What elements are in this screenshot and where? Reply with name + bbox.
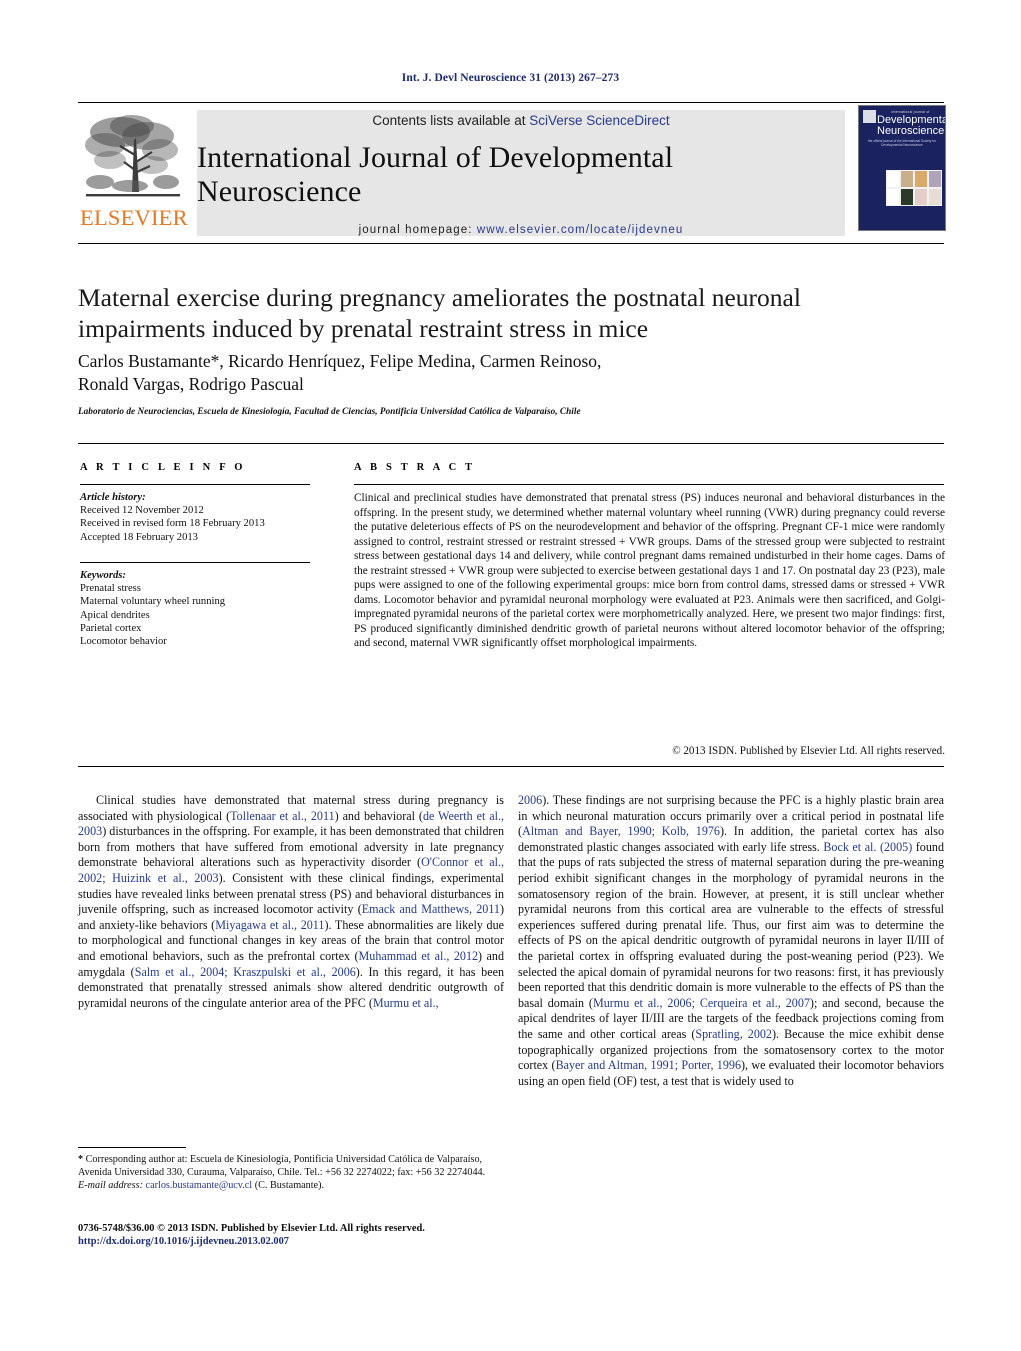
- cover-subtitle: the official journal of the Internationa…: [868, 139, 936, 147]
- paper-page: Int. J. Devl Neuroscience 31 (2013) 267–…: [0, 0, 1021, 1351]
- keywords-label: Keywords:: [80, 570, 126, 581]
- imprint-block: 0736-5748/$36.00 © 2013 ISDN. Published …: [78, 1222, 508, 1249]
- page-title: Maternal exercise during pregnancy ameli…: [78, 283, 801, 343]
- keywords-rule: [80, 562, 310, 563]
- abstract-heading: A B S T R A C T: [354, 462, 476, 473]
- author-line-2: Ronald Vargas, Rodrigo Pascual: [78, 373, 304, 394]
- history-item: Received 12 November 2012: [80, 505, 204, 517]
- masthead-top-rule: [78, 102, 944, 103]
- body-column-left: Clinical studies have demonstrated that …: [78, 793, 504, 1011]
- margin-artifact-text: [63, 120, 77, 240]
- body-paragraph: 2006). These findings are not surprising…: [518, 793, 944, 1088]
- author-list: Carlos Bustamante*, Ricardo Henríquez, F…: [78, 350, 838, 395]
- elsevier-wordmark: ELSEVIER: [80, 205, 188, 230]
- article-history-label: Article history:: [80, 492, 146, 503]
- email-address-link[interactable]: carlos.bustamante@ucv.cl: [146, 1180, 253, 1191]
- footnote-text: * Corresponding author at: Escuela de Ki…: [78, 1154, 486, 1179]
- keyword-item: Apical dendrites: [80, 609, 150, 621]
- doi-link[interactable]: http://dx.doi.org/10.1016/j.ijdevneu.201…: [78, 1235, 508, 1248]
- contents-lists-line: Contents lists available at SciVerse Sci…: [372, 113, 669, 128]
- abstract-text: Clinical and preclinical studies have de…: [354, 492, 945, 650]
- info-section-bottom-rule: [78, 766, 944, 767]
- info-section-top-rule: [78, 443, 944, 444]
- running-head: Int. J. Devl Neuroscience 31 (2013) 267–…: [401, 72, 620, 84]
- keyword-item: Parietal cortex: [80, 622, 142, 634]
- journal-cover-thumbnail[interactable]: international journal of Developmental N…: [858, 105, 946, 231]
- journal-title: International Journal of Developmental N…: [197, 140, 674, 208]
- affiliation: Laboratorio de Neurociencias, Escuela de…: [78, 406, 581, 416]
- body-paragraph: Clinical studies have demonstrated that …: [78, 793, 504, 1010]
- keywords-block: Keywords: Prenatal stress Maternal volun…: [80, 569, 330, 648]
- keyword-item: Locomotor behavior: [80, 636, 167, 648]
- corresponding-author-footnote: * Corresponding author at: Escuela de Ki…: [78, 1153, 506, 1192]
- abstract-rule: [354, 484, 944, 485]
- body-column-right: 2006). These findings are not surprising…: [518, 793, 944, 1089]
- cover-figure-panels: [886, 170, 942, 206]
- history-item: Received in revised form 18 February 201…: [80, 518, 265, 530]
- author-line-1: Carlos Bustamante*, Ricardo Henríquez, F…: [78, 351, 602, 371]
- cover-title-line2: Neuroscience: [877, 125, 945, 137]
- cover-title: Developmental Neuroscience: [877, 115, 945, 137]
- keyword-item: Prenatal stress: [80, 583, 141, 595]
- article-info-heading: A R T I C L E I N F O: [80, 462, 246, 473]
- homepage-url-link[interactable]: www.elsevier.com/locate/ijdevneu: [477, 224, 684, 236]
- article-info-rule: [80, 484, 310, 485]
- history-item: Accepted 18 February 2013: [80, 531, 198, 543]
- homepage-label: journal homepage:: [358, 223, 473, 236]
- keyword-item: Maternal voluntary wheel running: [80, 596, 226, 608]
- masthead-bottom-rule: [78, 243, 944, 244]
- cover-elsevier-icon: [863, 110, 876, 123]
- contents-prefix: Contents lists available at: [372, 112, 530, 128]
- masthead-banner: Contents lists available at SciVerse Sci…: [197, 110, 845, 236]
- email-owner: (C. Bustamante).: [254, 1180, 325, 1192]
- footnote-rule: [78, 1147, 186, 1148]
- sciencedirect-link[interactable]: SciVerse ScienceDirect: [529, 113, 669, 128]
- article-history: Article history: Received 12 November 20…: [80, 491, 330, 544]
- email-address-label: E-mail address:: [78, 1180, 143, 1192]
- abstract-copyright: © 2013 ISDN. Published by Elsevier Ltd. …: [672, 745, 945, 757]
- journal-homepage-line: journal homepage: www.elsevier.com/locat…: [359, 224, 684, 236]
- imprint-line: 0736-5748/$36.00 © 2013 ISDN. Published …: [78, 1223, 425, 1234]
